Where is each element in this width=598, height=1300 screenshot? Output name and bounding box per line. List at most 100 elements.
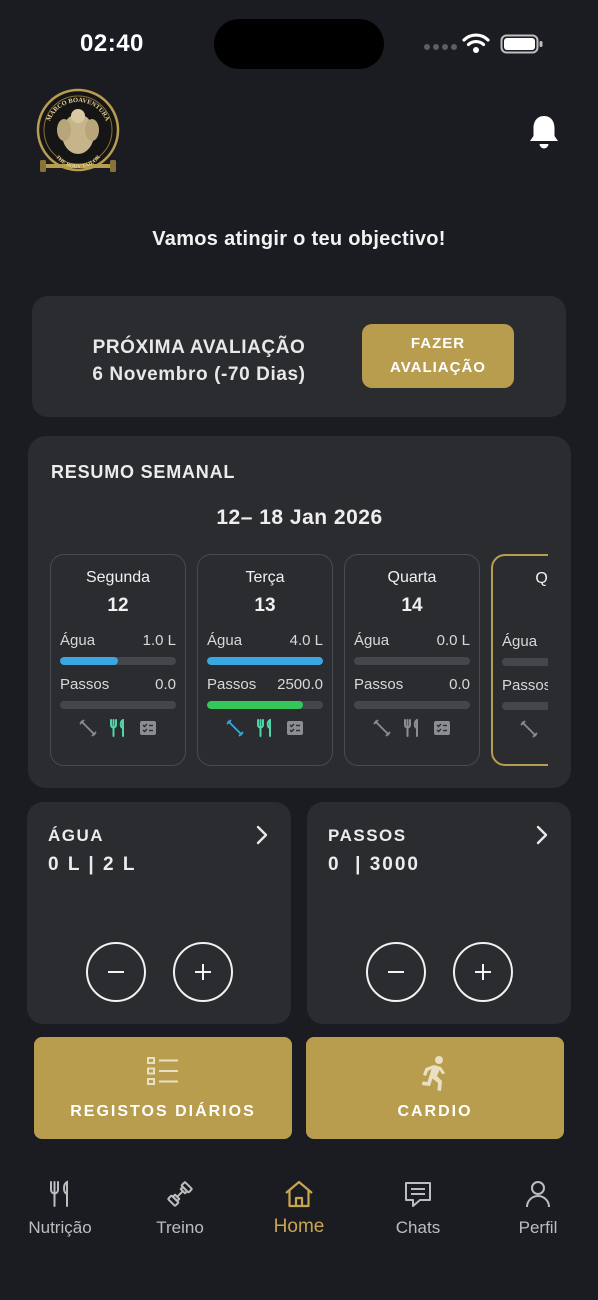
water-card[interactable]: ÁGUA 0 L | 2 L (27, 802, 291, 1024)
day-card[interactable]: Segunda 12 Água 1.0 L Passos 0.0 (50, 554, 186, 766)
day-activity-icons (198, 718, 332, 737)
page-headline: Vamos atingir o teu objectivo! (152, 228, 446, 250)
brand-logo: MARCO BOAVENTURA THE BODY TAILOR (36, 88, 120, 172)
steps-card[interactable]: PASSOS 0 | 3000 (307, 802, 571, 1024)
do-evaluation-label-2: AVALIAÇÃO (390, 359, 486, 376)
water-decrease-button[interactable] (86, 942, 146, 1002)
next-evaluation-title: PRÓXIMA AVALIAÇÃO (92, 337, 306, 358)
day-name: Segunda (85, 569, 151, 586)
daily-logs-button[interactable]: REGISTOS DIÁRIOS (34, 1037, 292, 1139)
day-number: 13 (254, 595, 276, 616)
checklist-icon (139, 719, 157, 737)
day-name: Quarta (387, 569, 437, 586)
tab-label: Home (273, 1216, 325, 1237)
steps-decrease-button[interactable] (366, 942, 426, 1002)
water-progress-bar (502, 658, 548, 666)
steps-label: Passos (207, 676, 257, 693)
steps-value: 2500.0 (277, 676, 323, 693)
checklist-icon (433, 719, 451, 737)
steps-label: Passos (60, 676, 110, 693)
daily-logs-label: REGISTOS DIÁRIOS (70, 1103, 256, 1120)
do-evaluation-button[interactable]: FAZER AVALIAÇÃO (362, 324, 514, 388)
days-carousel[interactable]: Segunda 12 Água 1.0 L Passos 0.0 Terça 1… (50, 554, 548, 766)
steps-label: Passos (502, 677, 548, 694)
day-name: Quinta (535, 570, 548, 587)
day-activity-icons (345, 718, 479, 737)
water-card-title: ÁGUA (48, 826, 105, 845)
water-value: 4.0 L (289, 632, 323, 649)
person-icon (526, 1181, 550, 1208)
tab-label: Treino (156, 1218, 204, 1237)
day-number: 14 (401, 595, 423, 616)
tab-perfil[interactable]: Perfil (478, 1180, 598, 1238)
cardio-label: CARDIO (397, 1103, 473, 1120)
next-evaluation-text: PRÓXIMA AVALIAÇÃO 6 Novembro (-70 Dias) (52, 334, 346, 388)
dynamic-island (214, 19, 384, 69)
fork-knife-icon (50, 1180, 68, 1207)
notification-bell-icon[interactable] (528, 114, 560, 150)
water-increase-button[interactable] (173, 942, 233, 1002)
tab-treino[interactable]: Treino (120, 1180, 240, 1238)
dumbbell-icon (79, 719, 97, 737)
minus-icon (108, 971, 124, 973)
steps-progress-bar (354, 701, 470, 709)
steps-progress-bar (502, 702, 548, 710)
water-card-value: 0 L | 2 L (48, 854, 137, 875)
home-icon (285, 1180, 313, 1208)
steps-progress-bar (207, 701, 323, 709)
water-label: Água (207, 632, 243, 649)
tab-label: Perfil (518, 1218, 558, 1237)
fork-knife-icon (403, 718, 421, 737)
chevron-right-icon[interactable] (255, 824, 269, 846)
day-activity-icons (51, 718, 185, 737)
tab-label: Nutrição (28, 1218, 92, 1237)
water-value: 1.0 L (142, 632, 176, 649)
chat-icon (405, 1182, 431, 1207)
next-evaluation-date: 6 Novembro (-70 Dias) (92, 364, 306, 385)
steps-value: 0.0 (155, 676, 176, 693)
weekly-summary-card: RESUMO SEMANAL 12– 18 Jan 2026 Segunda 1… (28, 436, 571, 788)
do-evaluation-label-1: FAZER (410, 335, 466, 352)
day-card[interactable]: Terça 13 Água 4.0 L Passos 2500.0 (197, 554, 333, 766)
tab-home[interactable]: Home (239, 1180, 359, 1238)
tab-chats[interactable]: Chats (358, 1180, 478, 1238)
checklist-icon (286, 719, 304, 737)
day-card[interactable]: Quinta 15 Água 0.0 L Passos 0.0 (491, 554, 548, 766)
steps-increase-button[interactable] (453, 942, 513, 1002)
tab-nutricao[interactable]: Nutrição (0, 1180, 120, 1238)
chevron-right-icon[interactable] (535, 824, 549, 846)
cellular-signal-icon (424, 44, 457, 50)
day-card[interactable]: Quarta 14 Água 0.0 L Passos 0.0 (344, 554, 480, 766)
battery-icon (500, 34, 543, 54)
water-progress-bar (354, 657, 470, 665)
wifi-icon (462, 33, 490, 53)
water-value: 0.0 L (436, 632, 470, 649)
day-number: 15 (493, 596, 548, 618)
weekly-summary-title: RESUMO SEMANAL (51, 462, 236, 482)
steps-value: 0.0 (449, 676, 470, 693)
plus-icon (195, 964, 211, 980)
water-label: Água (354, 632, 390, 649)
weekly-date-range: 12– 18 Jan 2026 (216, 506, 383, 529)
cardio-button[interactable]: CARDIO (306, 1037, 564, 1139)
water-label: Água (502, 633, 538, 650)
fork-knife-icon (109, 718, 127, 737)
water-progress-bar (207, 657, 323, 665)
day-number: 12 (107, 595, 129, 616)
dumbbell-icon (226, 719, 244, 737)
steps-label: Passos (354, 676, 404, 693)
dumbbell-icon (520, 720, 538, 738)
steps-progress-bar (60, 701, 176, 709)
day-name: Terça (245, 569, 285, 586)
steps-card-title: PASSOS (328, 826, 407, 845)
plus-icon (475, 964, 491, 980)
list-icon (147, 1057, 178, 1085)
running-person-icon (422, 1056, 445, 1091)
water-progress-bar (60, 657, 176, 665)
status-time: 02:40 (80, 30, 144, 57)
dumbbell-icon (373, 719, 391, 737)
water-label: Água (60, 632, 96, 649)
minus-icon (388, 971, 404, 973)
day-activity-icons (493, 720, 548, 738)
fork-knife-icon (256, 718, 274, 737)
